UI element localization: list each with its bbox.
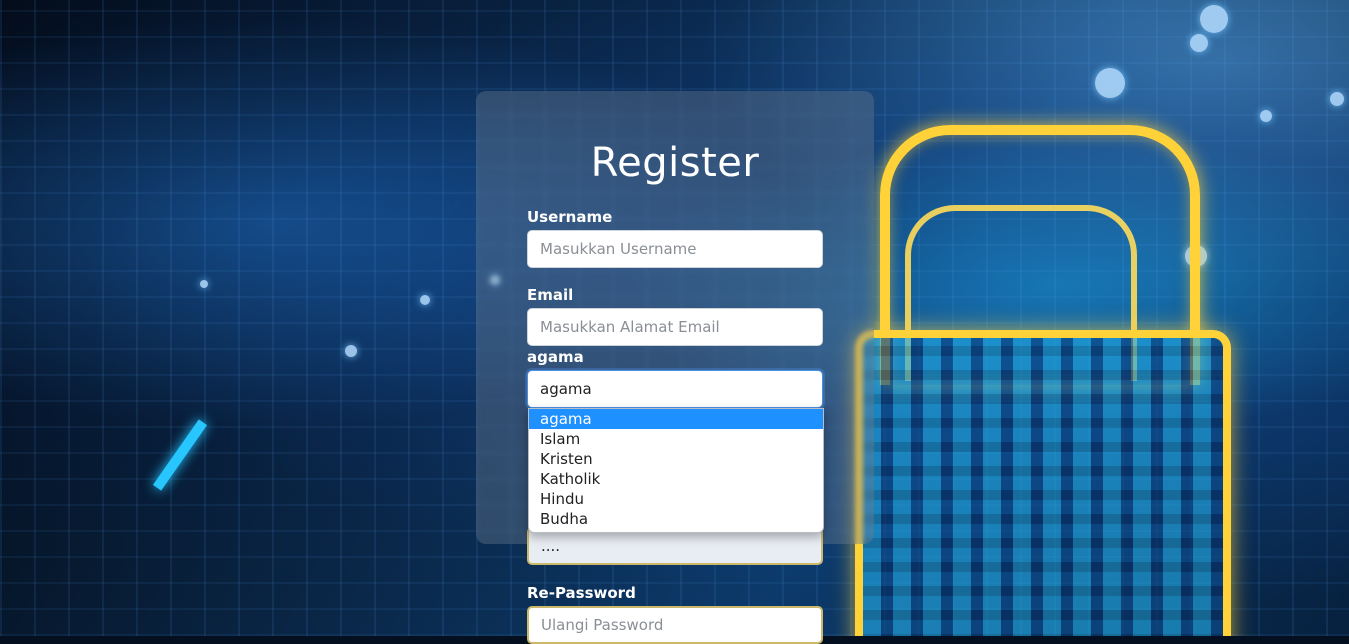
circuit-glow-stripe xyxy=(152,419,208,491)
agama-option[interactable]: Islam xyxy=(529,429,823,449)
username-input[interactable] xyxy=(527,230,823,268)
agama-select[interactable]: agama xyxy=(527,370,823,408)
agama-label: agama xyxy=(527,348,584,366)
light-dot xyxy=(1330,92,1344,106)
light-dot xyxy=(1190,34,1208,52)
agama-option[interactable]: Kristen xyxy=(529,449,823,469)
light-dot xyxy=(1200,5,1228,33)
light-dot xyxy=(200,280,208,288)
username-label: Username xyxy=(527,208,613,226)
light-dot xyxy=(420,295,430,305)
light-dot xyxy=(1095,68,1125,98)
repassword-input[interactable] xyxy=(527,606,823,644)
light-dot xyxy=(1260,110,1272,122)
agama-dropdown-list: agama Islam Kristen Katholik Hindu Budha xyxy=(528,408,824,533)
email-label: Email xyxy=(527,286,574,304)
agama-option[interactable]: agama xyxy=(529,409,823,429)
lock-body-graphic xyxy=(855,330,1231,636)
agama-option[interactable]: Katholik xyxy=(529,469,823,489)
page-title: Register xyxy=(590,140,760,186)
agama-option[interactable]: Hindu xyxy=(529,489,823,509)
light-dot xyxy=(345,345,357,357)
repassword-label: Re-Password xyxy=(527,584,636,602)
email-input[interactable] xyxy=(527,308,823,346)
agama-option[interactable]: Budha xyxy=(529,509,823,529)
